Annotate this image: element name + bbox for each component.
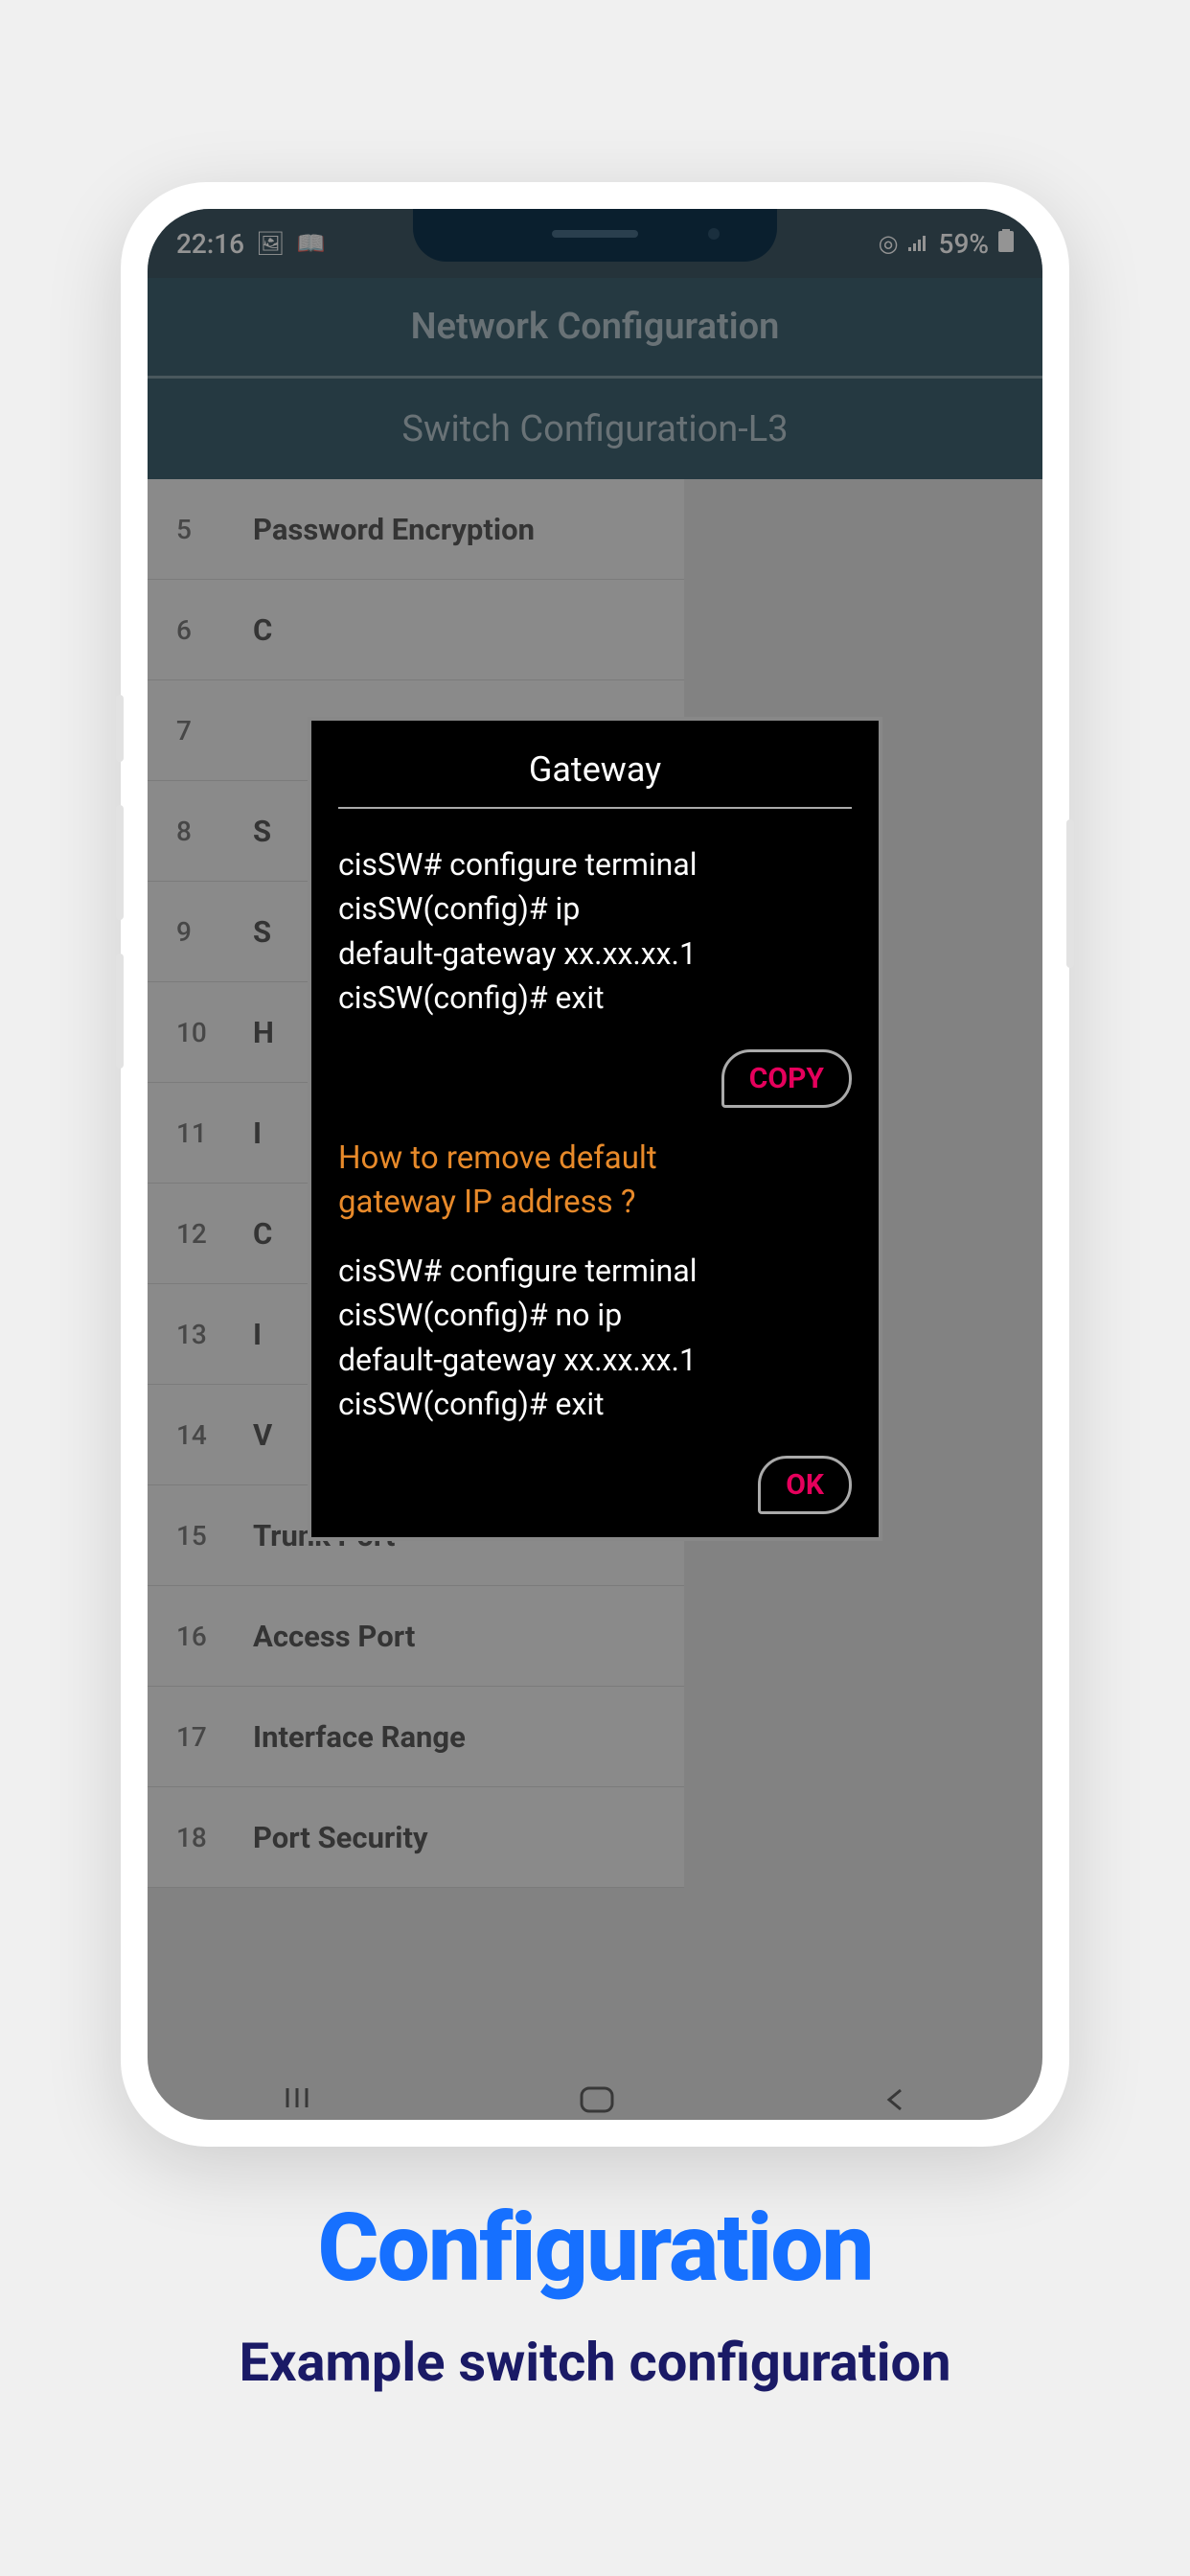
dialog-title: Gateway xyxy=(338,749,852,809)
mute-switch xyxy=(116,695,124,762)
phone-screen: 22:16 🖼 📖 ◎ 59% Network Configuration Sw… xyxy=(148,209,1042,2120)
volume-down xyxy=(116,954,124,1069)
question-line: gateway IP address ? xyxy=(338,1181,852,1225)
code-line: cisSW(config)# no ip xyxy=(338,1293,852,1337)
volume-up xyxy=(116,805,124,920)
promo-title: Configuration xyxy=(0,2193,1190,2303)
code-line: default-gateway xx.xx.xx.1 xyxy=(338,1338,852,1382)
ok-button[interactable]: OK xyxy=(758,1456,852,1514)
dialog-code-block-1: cisSW# configure terminal cisSW(config)#… xyxy=(338,842,852,1021)
power-button xyxy=(1066,819,1074,968)
code-line: cisSW(config)# exit xyxy=(338,976,852,1020)
code-line: cisSW# configure terminal xyxy=(338,1249,852,1293)
speaker xyxy=(552,230,638,238)
code-line: default-gateway xx.xx.xx.1 xyxy=(338,932,852,976)
dialog-code-block-2: cisSW# configure terminal cisSW(config)#… xyxy=(338,1249,852,1427)
gateway-dialog: Gateway cisSW# configure terminal cisSW(… xyxy=(308,717,882,1541)
copy-button[interactable]: COPY xyxy=(721,1049,852,1108)
notch xyxy=(413,209,777,262)
dialog-question: How to remove default gateway IP address… xyxy=(338,1137,852,1225)
promo-subtitle: Example switch configuration xyxy=(0,2331,1190,2394)
code-line: cisSW# configure terminal xyxy=(338,842,852,886)
code-line: cisSW(config)# ip xyxy=(338,886,852,931)
camera xyxy=(708,228,720,240)
question-line: How to remove default xyxy=(338,1137,852,1181)
phone-frame: 22:16 🖼 📖 ◎ 59% Network Configuration Sw… xyxy=(121,182,1069,2147)
code-line: cisSW(config)# exit xyxy=(338,1382,852,1426)
